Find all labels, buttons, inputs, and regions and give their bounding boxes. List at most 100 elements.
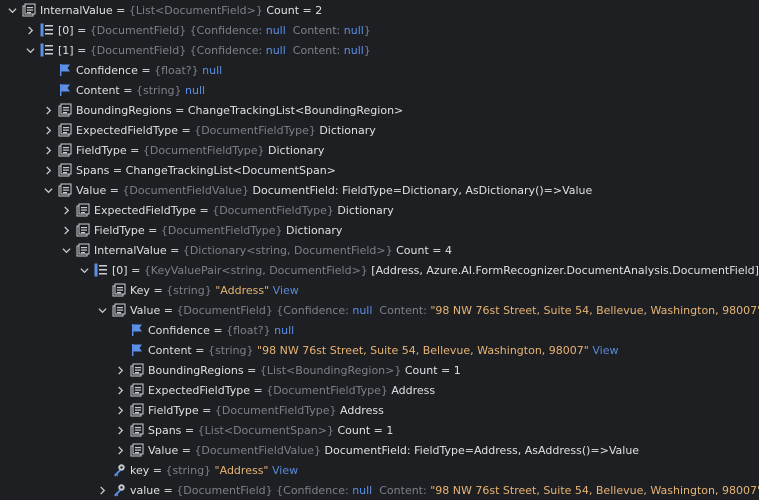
object-icon [22, 3, 36, 17]
variable-name: ExpectedFieldType [148, 383, 250, 397]
chevron-right-icon[interactable] [113, 360, 127, 380]
tree-row[interactable]: FieldType = {DocumentFieldType} Dictiona… [0, 220, 759, 240]
chevron-down-icon[interactable] [59, 240, 73, 260]
value-text: Dictionary [282, 223, 343, 237]
tree-row[interactable]: Spans = ChangeTrackingList<DocumentSpan> [0, 160, 759, 180]
assign-operator: = [160, 483, 177, 497]
tree-row[interactable]: Content = {string} "98 NW 76st Street, S… [0, 340, 759, 360]
assign-operator: = [119, 83, 136, 97]
variable-name: BoundingRegions [76, 103, 172, 117]
tree-row[interactable]: InternalValue = {List<DocumentField>} Co… [0, 0, 759, 20]
view-link[interactable]: View [269, 464, 298, 477]
view-link[interactable]: View [589, 344, 618, 357]
type-hint: {DocumentFieldType} [142, 143, 265, 157]
chevron-down-icon[interactable] [5, 0, 19, 20]
assign-operator: = [149, 463, 166, 477]
variable-name: [0] [112, 263, 128, 277]
variable-name: Content [76, 83, 120, 97]
type-hint: {DocumentFieldType} [214, 403, 337, 417]
tree-row[interactable]: Value = {DocumentField} {Confidence: nul… [0, 300, 759, 320]
null-value: null [352, 483, 373, 497]
chevron-right-icon[interactable] [95, 480, 109, 500]
tree-row[interactable]: InternalValue = {Dictionary<string, Docu… [0, 240, 759, 260]
variable-name: Spans [148, 423, 182, 437]
tree-row[interactable]: FieldType = {DocumentFieldType} Address [0, 400, 759, 420]
type-hint: {DocumentField} [176, 483, 273, 497]
assign-operator: = [127, 263, 144, 277]
tree-row[interactable]: ExpectedFieldType = {DocumentFieldType} … [0, 200, 759, 220]
variable-name: Value [130, 303, 161, 317]
null-value: null [343, 23, 364, 37]
object-icon [76, 203, 90, 217]
chevron-right-icon[interactable] [41, 120, 55, 140]
chevron-right-icon[interactable] [41, 140, 55, 160]
assign-operator: = [106, 183, 123, 197]
value-text: ChangeTrackingList<DocumentSpan> [125, 163, 336, 177]
chevron-right-icon[interactable] [113, 400, 127, 420]
tree-row[interactable]: Value = {DocumentFieldValue} DocumentFie… [0, 180, 759, 200]
type-hint: {float?} [226, 323, 271, 337]
tree-row[interactable]: Spans = {List<DocumentSpan>} Count = 1 [0, 420, 759, 440]
tree-row[interactable]: Key = {string} "Address" View [0, 280, 759, 300]
chevron-right-icon[interactable] [113, 420, 127, 440]
type-hint: {DocumentFieldType} [266, 383, 388, 397]
type-hint: {Confidence: [272, 483, 353, 497]
string-value: "98 NW 76st Street, Suite 54, Bellevue, … [430, 303, 759, 317]
tree-row[interactable]: FieldType = {DocumentFieldType} Dictiona… [0, 140, 759, 160]
variable-name: BoundingRegions [148, 363, 244, 377]
type-hint: {string} [165, 463, 212, 477]
null-value: null [343, 43, 364, 57]
chevron-down-icon[interactable] [23, 40, 37, 60]
value-text: Dictionary [264, 143, 325, 157]
tree-row[interactable]: key = {string} "Address" View [0, 460, 759, 480]
assign-operator: = [195, 203, 213, 217]
chevron-down-icon[interactable] [95, 300, 109, 320]
tree-row[interactable]: Confidence = {float?} null [0, 320, 759, 340]
chevron-right-icon[interactable] [23, 20, 37, 40]
tree-row[interactable]: Value = {DocumentFieldValue} DocumentFie… [0, 440, 759, 460]
tree-row[interactable]: BoundingRegions = {List<BoundingRegion>}… [0, 360, 759, 380]
variable-name: Spans [76, 163, 110, 177]
type-hint: {List<DocumentField>} [128, 3, 263, 17]
tree-row[interactable]: ExpectedFieldType = {DocumentFieldType} … [0, 120, 759, 140]
tree-row[interactable]: [1] = {DocumentField} {Confidence: null … [0, 40, 759, 60]
assign-operator: = [73, 23, 90, 37]
tree-row[interactable]: [0] = {KeyValuePair<string, DocumentFiel… [0, 260, 759, 280]
variable-name: ExpectedFieldType [76, 123, 178, 137]
tree-row[interactable]: Content = {string} null [0, 80, 759, 100]
chevron-down-icon[interactable] [41, 180, 55, 200]
chevron-right-icon[interactable] [113, 440, 127, 460]
variable-name: FieldType [76, 143, 127, 157]
type-hint: {string} [135, 83, 182, 97]
value-text: Dictionary [315, 123, 376, 137]
chevron-right-icon[interactable] [59, 200, 73, 220]
chevron-down-icon[interactable] [77, 260, 91, 280]
tree-row[interactable]: [0] = {DocumentField} {Confidence: null … [0, 20, 759, 40]
type-hint: {DocumentFieldValue} [194, 443, 322, 457]
tree-row[interactable]: BoundingRegions = ChangeTrackingList<Bou… [0, 100, 759, 120]
object-icon [112, 303, 126, 317]
value-text: Count = 4 [392, 243, 452, 257]
view-link[interactable]: View [269, 284, 299, 297]
assign-operator: = [171, 103, 188, 117]
tree-row[interactable]: Confidence = {float?} null [0, 60, 759, 80]
assign-operator: = [191, 343, 208, 357]
chevron-right-icon[interactable] [41, 100, 55, 120]
variable-name: Key [130, 283, 150, 297]
tree-row[interactable]: value = {DocumentField} {Confidence: nul… [0, 480, 759, 500]
variable-name: InternalValue [94, 243, 167, 257]
tree-row[interactable]: ExpectedFieldType = {DocumentFieldType} … [0, 380, 759, 400]
assign-operator: = [249, 383, 267, 397]
type-hint: {float?} [154, 63, 199, 77]
type-hint: {List<BoundingRegion>} [259, 363, 402, 377]
chevron-right-icon[interactable] [113, 380, 127, 400]
chevron-right-icon[interactable] [59, 220, 73, 240]
assign-operator: = [166, 243, 183, 257]
variable-name: value [130, 483, 161, 497]
chevron-right-icon[interactable] [41, 160, 55, 180]
type-hint: {Confidence: [186, 23, 266, 37]
variable-name: InternalValue [40, 3, 113, 17]
object-icon [76, 243, 90, 257]
assign-operator: = [137, 63, 155, 77]
assign-operator: = [181, 423, 198, 437]
